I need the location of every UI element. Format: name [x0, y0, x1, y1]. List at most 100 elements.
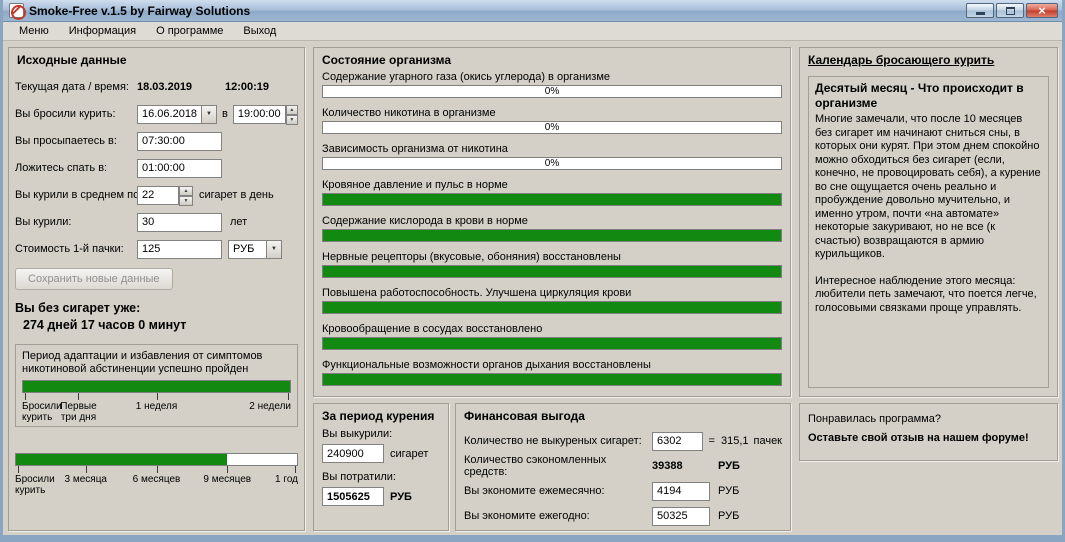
- first-year-ruler: [15, 466, 298, 473]
- smoke-free-since-label: Вы без сигарет уже:: [15, 301, 141, 315]
- no-smoking-app-icon: [9, 3, 26, 20]
- lungs-progressbar: [322, 373, 782, 386]
- co-progressbar: 0%: [322, 85, 782, 98]
- nicotine-progressbar: 0%: [322, 121, 782, 134]
- calendar-panel: Календарь бросающего курить Десятый меся…: [799, 47, 1058, 397]
- minimize-icon: [975, 12, 985, 15]
- close-icon: ×: [1038, 3, 1046, 18]
- save-new-data-button[interactable]: Сохранить новые данные: [15, 268, 173, 290]
- initial-data-panel: Исходные данные Текущая дата / время: 18…: [8, 47, 305, 531]
- smoking-period-title: За период курения: [322, 409, 435, 423]
- sleep-time-label: Ложитесь спать в:: [15, 162, 108, 174]
- menu-item-exit[interactable]: Выход: [233, 22, 286, 40]
- avg-cigarettes-input[interactable]: 22: [137, 185, 179, 205]
- feedback-question: Понравилась программа?: [808, 413, 941, 425]
- calendar-paragraph: Интересное наблюдение этого месяца: люби…: [815, 274, 1037, 314]
- body-state-row: Функциональные возможности органов дыхан…: [322, 358, 782, 386]
- pack-cost-label: Стоимость 1-й пачки:: [15, 243, 124, 255]
- maximize-button[interactable]: [996, 3, 1024, 18]
- quit-time-stepper[interactable]: ▲ ▼: [285, 104, 298, 125]
- first-year-progressbar: [15, 453, 298, 466]
- circulation-progressbar: [322, 337, 782, 350]
- body-state-row: Кровообращение в сосудах восстановлено: [322, 322, 782, 350]
- performance-progressbar: [322, 301, 782, 314]
- calendar-heading: Десятый месяц - Что происходит в организ…: [815, 81, 1024, 110]
- smoked-value: 240900: [322, 444, 384, 463]
- adaptation-groupbox: Период адаптации и избавления от симптом…: [15, 344, 298, 427]
- currency-value: РУБ: [228, 239, 266, 259]
- spin-up-icon[interactable]: ▲: [285, 104, 298, 115]
- adaptation-text: Период адаптации и избавления от симптом…: [22, 350, 263, 375]
- body-state-row: Кровяное давление и пульс в норме: [322, 178, 782, 206]
- sleep-time-input[interactable]: 01:00:00: [137, 158, 222, 178]
- first-year-section: Бросили курить 3 месяца 6 месяцев 9 меся…: [15, 453, 298, 497]
- avg-cigarettes-suffix: сигарет в день: [199, 189, 274, 201]
- financial-panel: Финансовая выгода Количество не выкурены…: [455, 403, 791, 531]
- body-state-row: Зависимость организма от никотина 0%: [322, 142, 782, 170]
- quit-date-select[interactable]: 16.06.2018 ▼: [137, 104, 217, 124]
- quit-date-label: Вы бросили курить:: [15, 108, 116, 120]
- currency-select[interactable]: РУБ ▼: [228, 239, 282, 259]
- spent-value: 1505625: [322, 487, 384, 506]
- pack-cost-input[interactable]: 125: [137, 239, 222, 259]
- dependency-progressbar: 0%: [322, 157, 782, 170]
- smoked-unit: сигарет: [390, 447, 429, 460]
- financial-title: Финансовая выгода: [464, 409, 585, 423]
- chevron-down-icon[interactable]: ▼: [266, 239, 282, 259]
- menu-bar: Меню Информация О программе Выход: [3, 22, 1062, 41]
- body-state-row: Количество никотина в организме 0%: [322, 106, 782, 134]
- cigarettes-not-smoked-value: 6302: [652, 431, 703, 451]
- packs-value: 315,1: [720, 435, 749, 447]
- current-datetime-label: Текущая дата / время:: [15, 81, 129, 93]
- spin-down-icon[interactable]: ▼: [285, 114, 298, 125]
- body-state-row: Содержание угарного газа (окись углерода…: [322, 70, 782, 98]
- financial-row: Количество сэкономленных средств: 39388 …: [464, 454, 740, 478]
- menu-item-information[interactable]: Информация: [59, 22, 146, 40]
- years-smoked-input[interactable]: 30: [137, 212, 222, 232]
- menu-item-about[interactable]: О программе: [146, 22, 233, 40]
- app-window: Smoke-Free v.1.5 by Fairway Solutions × …: [0, 0, 1065, 542]
- wake-time-input[interactable]: 07:30:00: [137, 131, 222, 151]
- current-time: 12:00:19: [225, 81, 270, 93]
- maximize-icon: [1005, 6, 1015, 15]
- avg-cigarettes-stepper[interactable]: ▲ ▼: [179, 185, 193, 206]
- quit-at-label: в: [222, 108, 228, 120]
- quit-date-value: 16.06.2018: [137, 104, 202, 124]
- current-date: 18.03.2019: [137, 81, 193, 93]
- chevron-down-icon[interactable]: ▼: [201, 104, 217, 124]
- spent-label: Вы потратили:: [322, 471, 396, 483]
- first-year-ruler-labels: Бросили курить 3 месяца 6 месяцев 9 меся…: [15, 474, 298, 496]
- financial-row: Количество не выкуреных сигарет: 6302 = …: [464, 431, 782, 451]
- money-saved-value: 39388: [652, 460, 683, 472]
- quit-time-input[interactable]: 19:00:00: [232, 104, 286, 124]
- smoke-free-since-value: 274 дней 17 часов 0 минут: [23, 318, 187, 332]
- spin-down-icon[interactable]: ▼: [179, 195, 193, 206]
- blood-pressure-progressbar: [322, 193, 782, 206]
- adaptation-ruler-labels: Бросили курить Первые три дня 1 неделя 2…: [22, 401, 291, 423]
- financial-row: Вы экономите ежегодно: 50325 РУБ: [464, 506, 782, 526]
- calendar-title: Календарь бросающего курить: [808, 53, 995, 67]
- body-state-row: Нервные рецепторы (вкусовые, обоняния) в…: [322, 250, 782, 278]
- calendar-paragraph: Многие замечали, что после 10 месяцев бе…: [815, 113, 1041, 260]
- close-button[interactable]: ×: [1026, 3, 1058, 18]
- body-state-row: Содержание кислорода в крови в норме: [322, 214, 782, 242]
- feedback-forum-link[interactable]: Оставьте свой отзыв на нашем форуме!: [808, 432, 1049, 444]
- initial-data-title: Исходные данные: [17, 53, 127, 67]
- receptors-progressbar: [322, 265, 782, 278]
- body-state-panel: Состояние организма Содержание угарного …: [313, 47, 791, 397]
- years-smoked-label: Вы курили:: [15, 216, 72, 228]
- menu-item-menu[interactable]: Меню: [9, 22, 59, 40]
- smoked-label: Вы выкурили:: [322, 428, 393, 440]
- adaptation-progressbar: [22, 380, 291, 393]
- spent-unit: РУБ: [390, 490, 412, 503]
- body-state-title: Состояние организма: [322, 53, 452, 67]
- monthly-savings-value: 4194: [652, 481, 710, 501]
- adaptation-ruler: [22, 393, 291, 400]
- smoking-period-panel: За период курения Вы выкурили: 240900 си…: [313, 403, 449, 531]
- minimize-button[interactable]: [966, 3, 994, 18]
- years-smoked-suffix: лет: [230, 216, 248, 228]
- spin-up-icon[interactable]: ▲: [179, 185, 193, 196]
- feedback-panel: Понравилась программа? Оставьте свой отз…: [799, 403, 1058, 461]
- calendar-text-box: Десятый месяц - Что происходит в организ…: [808, 76, 1049, 388]
- wake-time-label: Вы просыпаетесь в:: [15, 135, 117, 147]
